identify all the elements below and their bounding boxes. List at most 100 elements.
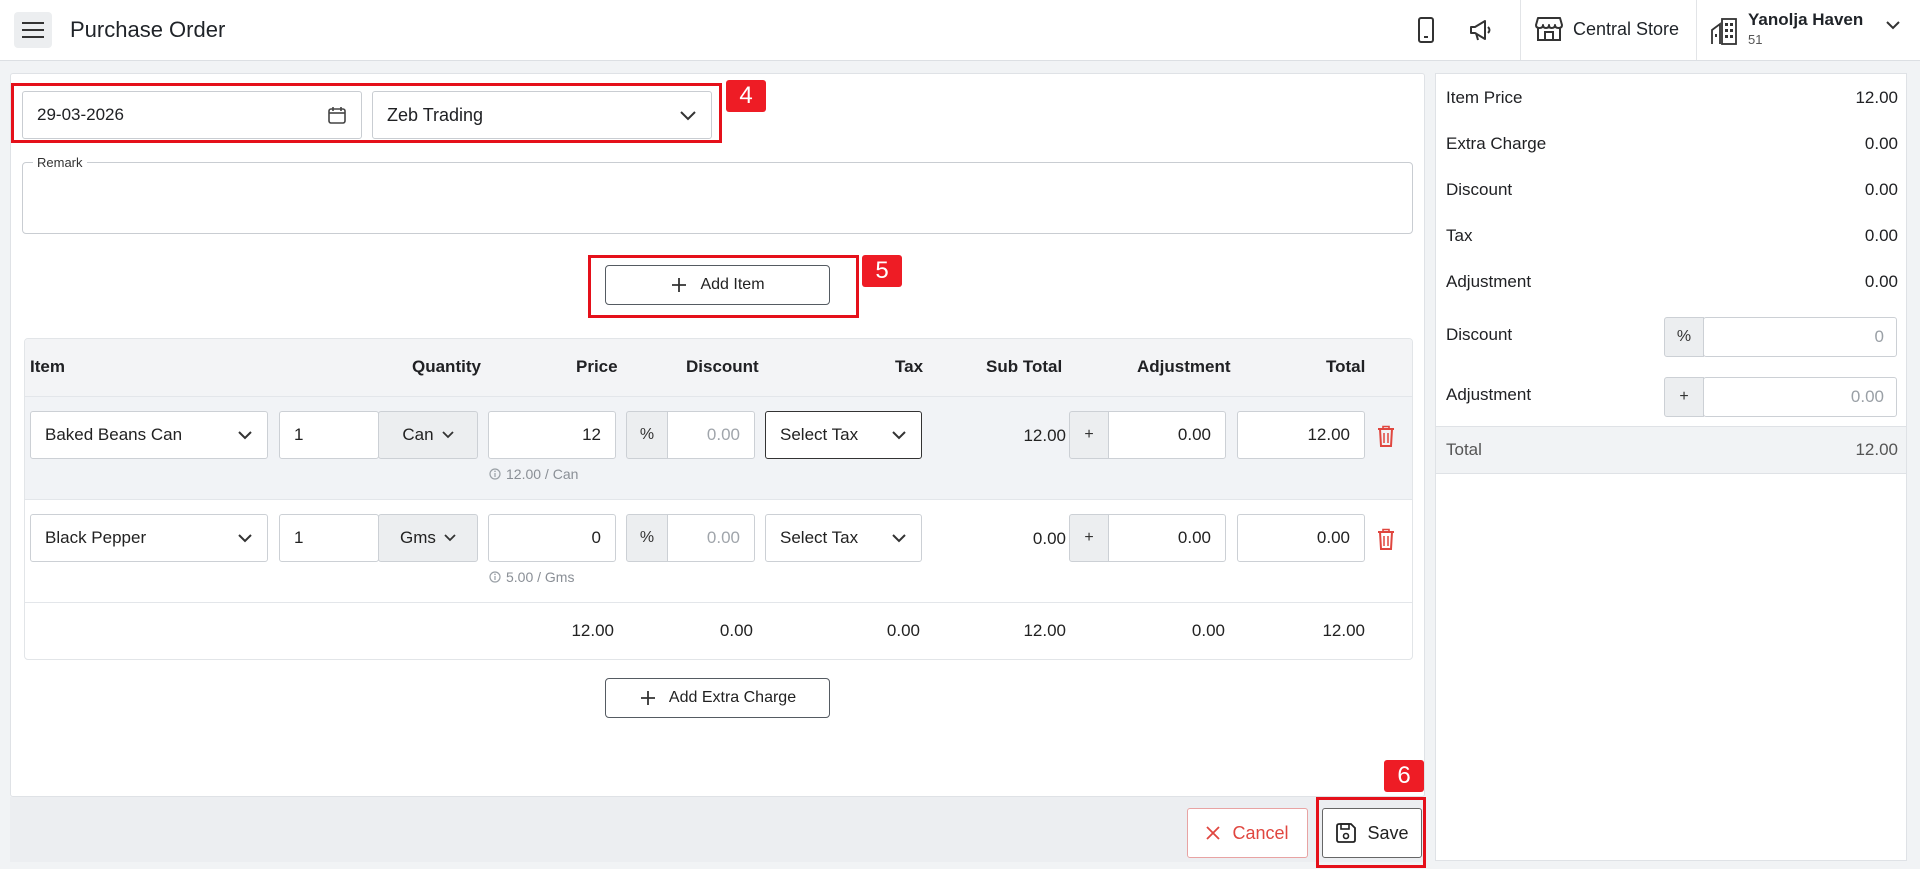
adjustment-sign: + — [1084, 426, 1094, 443]
price-input[interactable]: 0 — [488, 514, 616, 562]
store-name: Central Store — [1573, 18, 1680, 39]
adjustment-sign: + — [1679, 388, 1689, 405]
annotation-box — [588, 255, 859, 318]
hotel-selector[interactable]: Yanolja Haven 51 — [1710, 10, 1863, 47]
item-name: Black Pepper — [45, 528, 147, 547]
adjustment-input[interactable]: 0.00 — [1108, 514, 1226, 562]
tax-select[interactable]: Select Tax — [765, 411, 922, 459]
adjustment-sign-toggle[interactable]: + — [1069, 411, 1109, 459]
menu-icon — [22, 22, 44, 38]
header-divider — [1696, 0, 1697, 60]
adjustment-value: 0.00 — [1177, 425, 1211, 444]
table-row: Baked Beans Can 1 Can 12 12.00 / Can % 0… — [25, 397, 1412, 500]
mobile-device-button[interactable] — [1412, 16, 1440, 44]
chevron-down-icon[interactable] — [1885, 20, 1901, 30]
price-hint-text: 12.00 / Can — [506, 466, 579, 482]
summary-label: Extra Charge — [1446, 134, 1547, 153]
total-price: 12.00 — [571, 621, 614, 640]
hotel-id: 51 — [1748, 32, 1763, 47]
header-item: Item — [30, 357, 65, 376]
total-input[interactable]: 0.00 — [1237, 514, 1365, 562]
annotation-badge: 5 — [862, 255, 902, 287]
quantity-value: 1 — [294, 425, 304, 444]
plus-icon — [640, 691, 655, 705]
trash-icon[interactable] — [1377, 425, 1395, 447]
header-quantity: Quantity — [412, 357, 481, 376]
megaphone-icon — [1470, 20, 1491, 41]
cancel-label: Cancel — [1232, 822, 1289, 843]
annotation-box — [11, 83, 722, 143]
price-input[interactable]: 12 — [488, 411, 616, 459]
total-value: 0.00 — [1316, 528, 1350, 547]
add-extra-charge-button[interactable]: Add Extra Charge — [605, 678, 830, 718]
price-value: 12 — [582, 425, 601, 444]
total-grand: 12.00 — [1322, 621, 1365, 640]
mobile-phone-icon — [1418, 17, 1434, 43]
summary-value: 12.00 — [1855, 88, 1898, 107]
chevron-down-icon — [444, 534, 456, 542]
quantity-input[interactable]: 1 — [279, 514, 379, 562]
total-subtotal: 12.00 — [1023, 621, 1066, 640]
item-select[interactable]: Black Pepper — [30, 514, 268, 562]
total-input[interactable]: 12.00 — [1237, 411, 1365, 459]
page-title: Purchase Order — [70, 17, 226, 42]
summary-extra-charge: Extra Charge 0.00 — [1446, 134, 1898, 154]
subtotal-value: 12.00 — [1023, 426, 1066, 445]
price-hint-text: 5.00 / Gms — [506, 569, 575, 585]
adjustment-input[interactable]: 0.00 — [1108, 411, 1226, 459]
info-icon — [489, 571, 501, 583]
summary-value: 0.00 — [1864, 180, 1898, 199]
adjustment-placeholder: 0.00 — [1850, 387, 1884, 406]
summary-label: Discount — [1446, 180, 1513, 199]
adjustment-value: 0.00 — [1177, 528, 1211, 547]
store-selector[interactable]: Central Store — [1535, 16, 1679, 42]
hamburger-menu-button[interactable] — [14, 12, 52, 48]
tax-value: Select Tax — [780, 528, 859, 547]
items-table: Item Quantity Price Discount Tax Sub Tot… — [24, 338, 1413, 660]
trash-icon[interactable] — [1377, 528, 1395, 550]
price-hint: 12.00 / Can — [489, 466, 578, 482]
adjustment-sign: + — [1084, 529, 1094, 546]
chevron-down-icon — [238, 534, 252, 543]
total-value: 12.00 — [1307, 425, 1350, 444]
tax-value: Select Tax — [780, 425, 859, 444]
chevron-down-icon — [441, 431, 454, 439]
summary-adjustment-sign[interactable]: + — [1664, 377, 1704, 417]
tax-select[interactable]: Select Tax — [765, 514, 922, 562]
summary-total: Total 12.00 — [1446, 440, 1898, 460]
price-value: 0 — [591, 528, 601, 547]
chevron-down-icon — [892, 431, 906, 440]
header-total: Total — [1326, 357, 1366, 376]
summary-adjustment-input[interactable]: 0.00 — [1703, 377, 1897, 417]
discount-type-toggle[interactable]: % — [626, 411, 668, 459]
item-select[interactable]: Baked Beans Can — [30, 411, 268, 459]
discount-input[interactable]: 0.00 — [667, 514, 755, 562]
remark-textarea[interactable]: Remark — [22, 155, 1413, 234]
unit-select[interactable]: Gms — [378, 514, 478, 562]
discount-input[interactable]: 0.00 — [667, 411, 755, 459]
adjustment-sign-toggle[interactable]: + — [1069, 514, 1109, 562]
annotation-box — [1316, 797, 1426, 868]
summary-value: 0.00 — [1864, 134, 1898, 153]
announcements-button[interactable] — [1467, 16, 1495, 44]
summary-discount-input[interactable]: 0 — [1703, 317, 1897, 357]
store-icon — [1535, 17, 1563, 41]
totals-row: 12.00 0.00 0.00 12.00 0.00 12.00 — [25, 603, 1412, 659]
price-hint: 5.00 / Gms — [489, 569, 574, 585]
close-icon — [1206, 826, 1221, 840]
quantity-input[interactable]: 1 — [279, 411, 379, 459]
discount-type-toggle[interactable]: % — [626, 514, 668, 562]
annotation-badge: 6 — [1384, 760, 1424, 792]
summary-total-value: 12.00 — [1855, 440, 1898, 459]
discount-placeholder: 0 — [1874, 327, 1884, 346]
unit-select[interactable]: Can — [378, 411, 478, 459]
table-header: Item Quantity Price Discount Tax Sub Tot… — [25, 339, 1412, 397]
summary-discount-type[interactable]: % — [1664, 317, 1704, 357]
cancel-button[interactable]: Cancel — [1187, 808, 1308, 858]
header-subtotal: Sub Total — [986, 357, 1063, 376]
annotation-badge: 4 — [726, 80, 766, 112]
header-tax: Tax — [895, 357, 924, 376]
total-discount: 0.00 — [719, 621, 753, 640]
total-tax: 0.00 — [886, 621, 920, 640]
subtotal-value: 0.00 — [1032, 529, 1066, 548]
